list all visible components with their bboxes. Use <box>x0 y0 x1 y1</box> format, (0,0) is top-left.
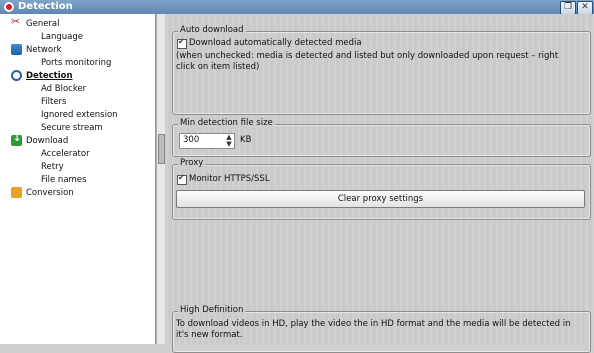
tree-item-filters[interactable]: Filters <box>41 96 66 108</box>
group-title: Proxy <box>178 158 206 168</box>
restore-button[interactable]: ❐ <box>560 1 576 15</box>
monitor-https-checkbox[interactable] <box>177 173 187 185</box>
tree-item-label: Ignored extension <box>41 110 118 120</box>
window-title: Detection <box>18 1 73 12</box>
scrollbar-thumb[interactable] <box>158 134 165 164</box>
tree-item-secure-stream[interactable]: Secure stream <box>41 122 103 134</box>
tree-item-label: Ad Blocker <box>41 84 87 94</box>
scissors-icon <box>11 16 22 29</box>
tree-item-ad-blocker[interactable]: Ad Blocker <box>41 83 86 95</box>
tree-item-label: Retry <box>41 162 64 172</box>
tree-item-label: Network <box>26 45 62 55</box>
tree-item-label: Secure stream <box>41 123 103 133</box>
group-title: Min detection file size <box>178 118 275 128</box>
min-size-spinner[interactable]: 300 ▲ ▼ <box>179 133 235 149</box>
tree-item-download[interactable]: Download <box>11 133 69 147</box>
network-icon <box>11 44 22 55</box>
close-button[interactable]: ✕ <box>577 1 593 15</box>
tree-item-network[interactable]: Network <box>11 44 62 56</box>
min-size-group: Min detection file size 300 ▲ ▼ KB <box>172 118 591 157</box>
tree-item-label: Ports monitoring <box>41 58 112 68</box>
title-bar: Detection ❐ ✕ <box>0 0 594 15</box>
tree-item-conversion[interactable]: Conversion <box>11 187 74 199</box>
tree-item-general[interactable]: General <box>11 16 60 30</box>
tree-item-label: General <box>26 19 60 29</box>
tree-item-label: Conversion <box>26 188 74 198</box>
settings-tree: General Language Network Ports monitorin… <box>0 14 156 344</box>
tree-item-label: Accelerator <box>41 149 90 159</box>
auto-download-group: Auto download Download automatically det… <box>172 25 591 115</box>
auto-download-checkbox[interactable] <box>177 37 187 49</box>
tree-item-ports-monitoring[interactable]: Ports monitoring <box>41 57 111 69</box>
tree-item-ignored-extension[interactable]: Ignored extension <box>41 109 118 121</box>
tree-item-label: Language <box>41 32 83 42</box>
auto-download-note: (when unchecked: media is detected and l… <box>176 51 559 72</box>
hd-description: To download videos in HD, play the video… <box>176 319 571 340</box>
tree-item-label: Filters <box>41 97 67 107</box>
proxy-group: Proxy Monitor HTTPS/SSL Clear proxy sett… <box>172 158 591 220</box>
tree-item-language[interactable]: Language <box>41 31 83 43</box>
min-size-unit: KB <box>240 135 252 145</box>
group-title: Auto download <box>178 25 246 35</box>
tree-item-label: Download <box>26 136 69 146</box>
spinner-arrows-icon[interactable]: ▲ ▼ <box>224 134 234 148</box>
high-definition-group: High Definition To download videos in HD… <box>172 305 591 353</box>
settings-panel: Auto download Download automatically det… <box>165 14 594 353</box>
group-title: High Definition <box>178 305 246 315</box>
download-icon <box>11 133 22 146</box>
tree-item-file-names[interactable]: File names <box>41 174 86 186</box>
sidebar-scrollbar[interactable] <box>156 14 165 344</box>
tree-item-label: Detection <box>26 71 73 81</box>
monitor-https-label: Monitor HTTPS/SSL <box>189 174 270 184</box>
clear-proxy-button[interactable]: Clear proxy settings <box>176 190 585 208</box>
auto-download-label: Download automatically detected media <box>189 38 362 48</box>
magnifier-icon <box>11 70 22 81</box>
min-size-value: 300 <box>183 135 200 145</box>
tree-item-accelerator[interactable]: Accelerator <box>41 148 90 160</box>
tree-item-retry[interactable]: Retry <box>41 161 64 173</box>
conversion-icon <box>11 187 22 198</box>
tree-item-detection[interactable]: Detection <box>11 70 73 82</box>
tree-item-label: File names <box>41 175 87 185</box>
app-icon <box>4 2 14 12</box>
